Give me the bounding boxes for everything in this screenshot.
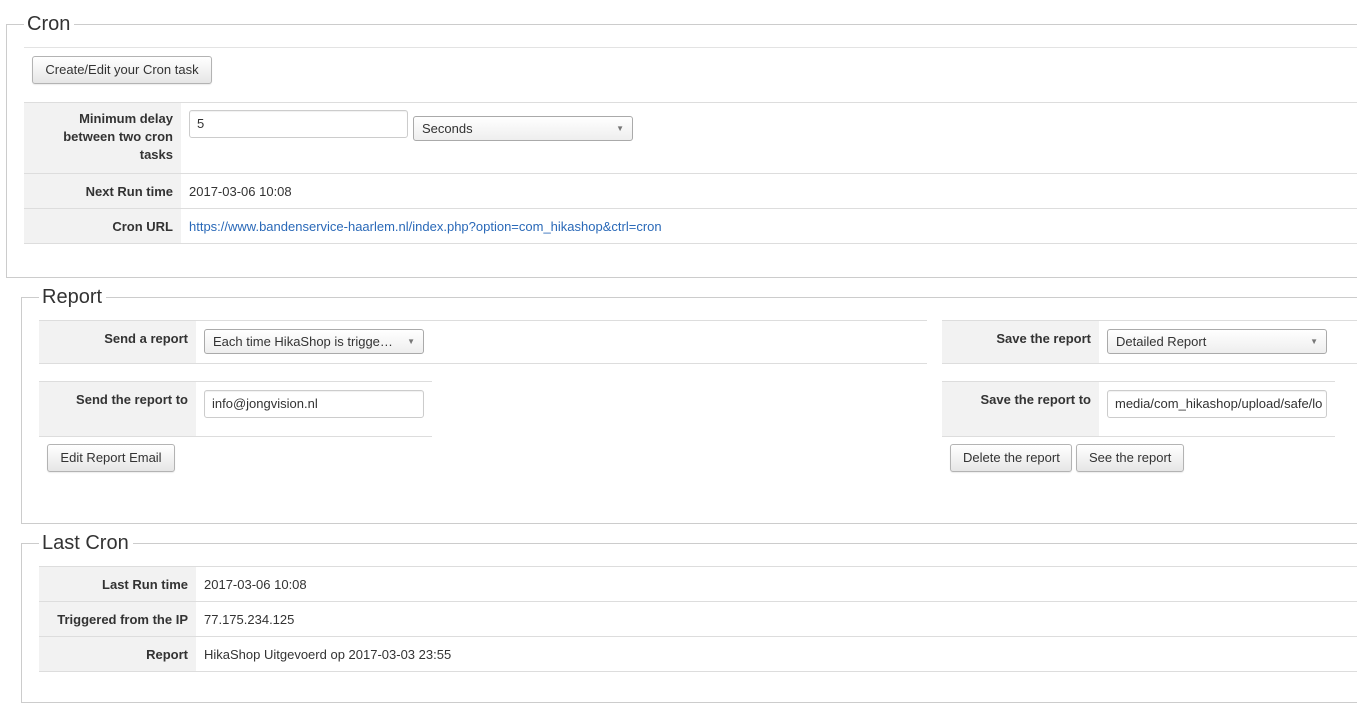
caret-down-icon: ▼ bbox=[407, 337, 415, 346]
delay-unit-select[interactable]: Seconds ▼ bbox=[413, 116, 633, 141]
report-legend: Report bbox=[39, 285, 107, 309]
send-report-label: Send a report bbox=[39, 320, 196, 364]
last-cron-legend: Last Cron bbox=[39, 531, 133, 555]
save-to-label: Save the report to bbox=[942, 381, 1099, 437]
last-cron-table: Last Run time 2017-03-06 10:08 Triggered… bbox=[39, 566, 1357, 672]
send-report-select[interactable]: Each time HikaShop is trigge… ▼ bbox=[204, 329, 424, 354]
see-report-button[interactable]: See the report bbox=[1076, 444, 1184, 472]
delay-unit-value: Seconds bbox=[422, 121, 473, 136]
report-value: HikaShop Uitgevoerd op 2017-03-03 23:55 bbox=[196, 636, 1357, 672]
send-to-input[interactable]: info@jongvision.nl bbox=[204, 390, 424, 418]
save-report-value: Detailed Report bbox=[1116, 334, 1207, 349]
ip-label: Triggered from the IP bbox=[39, 601, 196, 637]
ip-value: 77.175.234.125 bbox=[196, 601, 1357, 637]
next-run-value: 2017-03-06 10:08 bbox=[181, 173, 1357, 209]
last-run-value: 2017-03-06 10:08 bbox=[196, 566, 1357, 602]
cron-url-label: Cron URL bbox=[24, 208, 181, 244]
cron-legend: Cron bbox=[24, 12, 75, 36]
min-delay-label: Minimum delay between two cron tasks bbox=[24, 102, 181, 174]
send-report-table: Send a report bbox=[39, 320, 927, 364]
edit-report-email-button[interactable]: Edit Report Email bbox=[47, 444, 175, 472]
save-report-select[interactable]: Detailed Report ▼ bbox=[1107, 329, 1327, 354]
save-to-input[interactable]: media/com_hikashop/upload/safe/lo bbox=[1107, 390, 1327, 418]
report-label: Report bbox=[39, 636, 196, 672]
send-report-value: Each time HikaShop is trigge… bbox=[213, 334, 393, 349]
cron-separator bbox=[24, 47, 1357, 48]
delete-report-button[interactable]: Delete the report bbox=[950, 444, 1072, 472]
next-run-label: Next Run time bbox=[24, 173, 181, 209]
last-run-label: Last Run time bbox=[39, 566, 196, 602]
caret-down-icon: ▼ bbox=[1310, 337, 1318, 346]
min-delay-input[interactable]: 5 bbox=[189, 110, 408, 138]
save-report-label: Save the report bbox=[942, 320, 1099, 364]
send-to-label: Send the report to bbox=[39, 381, 196, 437]
create-cron-task-button[interactable]: Create/Edit your Cron task bbox=[32, 56, 212, 84]
caret-down-icon: ▼ bbox=[616, 124, 624, 133]
cron-url-link[interactable]: https://www.bandenservice-haarlem.nl/ind… bbox=[189, 219, 662, 234]
